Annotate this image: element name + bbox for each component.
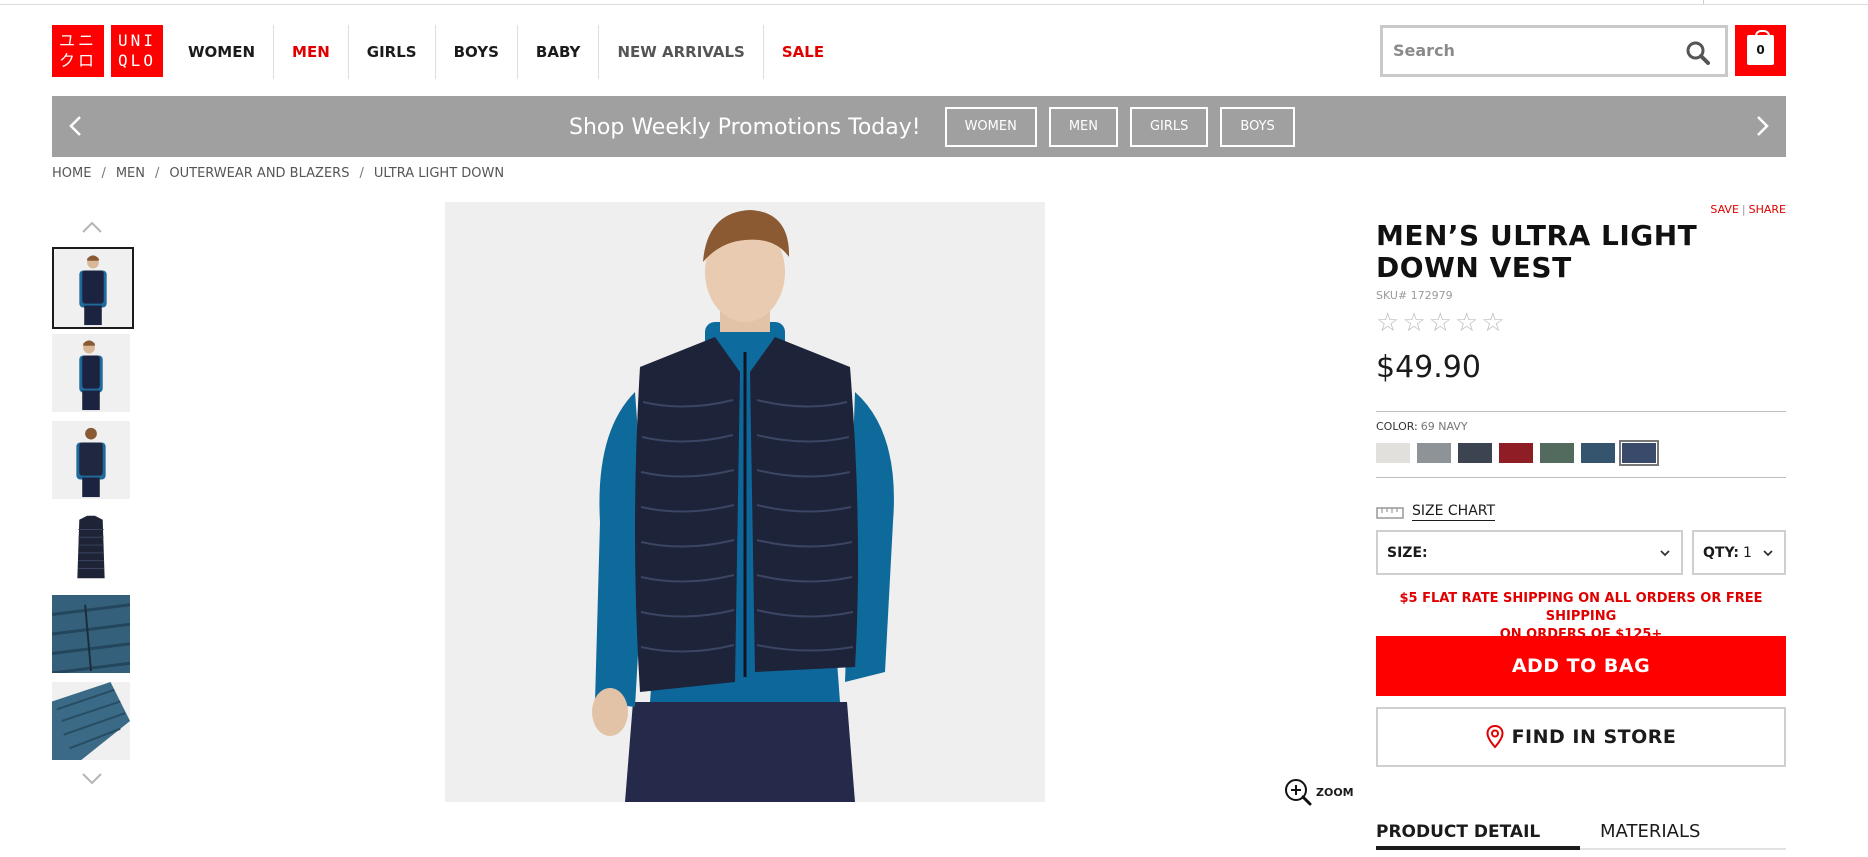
logo-line: クロ	[58, 51, 97, 70]
logo-line: QLO	[118, 51, 156, 70]
separator: |	[1741, 203, 1746, 216]
color-swatch[interactable]	[1376, 443, 1410, 463]
search-icon[interactable]	[1685, 40, 1711, 66]
promo-banner: Shop Weekly Promotions Today! WOMEN MEN …	[52, 96, 1786, 157]
nav-baby[interactable]: BABY	[518, 25, 600, 79]
shopping-bag-button[interactable]: 0	[1735, 25, 1786, 76]
nav-boys[interactable]: BOYS	[436, 25, 518, 79]
size-dropdown-label: SIZE:	[1387, 544, 1428, 561]
promo-boys-button[interactable]: BOYS	[1220, 107, 1295, 147]
ruler-icon	[1376, 507, 1404, 519]
product-tabs: PRODUCT DETAIL MATERIALS	[1376, 818, 1786, 850]
nav-men[interactable]: MEN	[274, 25, 349, 79]
star-icon[interactable]: ☆	[1455, 310, 1478, 336]
breadcrumb-separator: /	[359, 166, 364, 181]
thumbnail-detail-zipper[interactable]	[52, 595, 130, 673]
breadcrumb-separator: /	[155, 166, 160, 181]
nav-new-arrivals[interactable]: NEW ARRIVALS	[599, 25, 764, 79]
promo-title: Shop Weekly Promotions Today!	[569, 114, 921, 140]
nav-girls[interactable]: GIRLS	[349, 25, 436, 79]
size-dropdown[interactable]: SIZE:	[1376, 530, 1683, 575]
chevron-down-icon	[1763, 550, 1773, 557]
add-to-bag-button[interactable]: ADD TO BAG	[1376, 636, 1786, 696]
chevron-left-icon[interactable]	[62, 112, 90, 140]
chevron-right-icon[interactable]	[1748, 112, 1776, 140]
star-icon[interactable]: ☆	[1429, 310, 1452, 336]
breadcrumb-home[interactable]: HOME	[52, 166, 91, 181]
logo-line: UNI	[118, 31, 156, 50]
quantity-label: QTY:	[1703, 544, 1739, 561]
thumbnail-product-flat[interactable]	[52, 508, 130, 586]
promo-girls-button[interactable]: GIRLS	[1129, 107, 1209, 147]
find-in-store-button[interactable]: FIND IN STORE	[1376, 707, 1786, 767]
shipping-line-1: $5 FLAT RATE SHIPPING ON ALL ORDERS OR F…	[1399, 591, 1763, 624]
color-label-text: COLOR:	[1376, 420, 1418, 433]
star-icon[interactable]: ☆	[1481, 310, 1504, 336]
promo-women-button[interactable]: WOMEN	[944, 107, 1037, 147]
breadcrumb-outerwear[interactable]: OUTERWEAR AND BLAZERS	[169, 166, 349, 181]
breadcrumb-ultra-light-down[interactable]: ULTRA LIGHT DOWN	[374, 166, 504, 181]
color-swatch[interactable]	[1540, 443, 1574, 463]
search-input[interactable]	[1393, 28, 1683, 72]
zoom-label: ZOOM	[1316, 785, 1354, 799]
color-swatch[interactable]	[1417, 443, 1451, 463]
bag-count: 0	[1756, 43, 1765, 57]
breadcrumb: HOME / MEN / OUTERWEAR AND BLAZERS / ULT…	[52, 166, 504, 181]
thumbnail-detail-quilting[interactable]	[52, 682, 130, 760]
nav-sale[interactable]: SALE	[764, 25, 842, 79]
zoom-in-icon	[1285, 779, 1312, 806]
rating-stars[interactable]: ☆ ☆ ☆ ☆ ☆	[1376, 310, 1508, 336]
quantity-value: 1	[1742, 544, 1752, 561]
color-swatch[interactable]	[1619, 440, 1659, 466]
color-value: 69 NAVY	[1420, 420, 1468, 433]
uniqlo-logo[interactable]: UNI QLO	[111, 25, 163, 77]
color-swatches	[1376, 440, 1663, 466]
uniqlo-logo-katakana[interactable]: ユニ クロ	[52, 25, 104, 77]
tab-product-detail[interactable]: PRODUCT DETAIL	[1376, 818, 1580, 850]
tab-materials[interactable]: MATERIALS	[1600, 818, 1700, 850]
color-swatch[interactable]	[1458, 443, 1492, 463]
star-icon[interactable]: ☆	[1376, 310, 1399, 336]
divider	[1376, 477, 1786, 478]
nav-women[interactable]: WOMEN	[170, 25, 275, 79]
product-title: MEN’S ULTRA LIGHT DOWN VEST	[1376, 219, 1698, 284]
top-divider-tick	[1703, 0, 1704, 4]
main-product-image[interactable]	[445, 202, 1045, 802]
thumbnail-back-view[interactable]	[52, 421, 130, 499]
find-in-store-label: FIND IN STORE	[1511, 726, 1677, 748]
logo-line: ユニ	[58, 31, 97, 50]
promo-men-button[interactable]: MEN	[1048, 107, 1118, 147]
divider	[1376, 411, 1786, 412]
quantity-dropdown[interactable]: QTY: 1	[1692, 530, 1786, 575]
share-link[interactable]: SHARE	[1749, 203, 1786, 216]
thumbnail-down-arrow-icon[interactable]	[80, 770, 104, 788]
breadcrumb-separator: /	[101, 166, 106, 181]
product-sku: SKU# 172979	[1376, 289, 1453, 302]
star-icon[interactable]: ☆	[1402, 310, 1425, 336]
size-chart-label: SIZE CHART	[1412, 503, 1496, 521]
bag-icon: 0	[1747, 30, 1774, 65]
thumbnail-front-view[interactable]	[52, 247, 134, 329]
zoom-button[interactable]: ZOOM	[1283, 777, 1354, 807]
thumbnail-up-arrow-icon[interactable]	[80, 218, 104, 236]
save-share-links: SAVE | SHARE	[1700, 203, 1786, 216]
top-divider	[0, 4, 1868, 5]
size-chart-link[interactable]: SIZE CHART	[1376, 503, 1496, 521]
thumbnail-side-view[interactable]	[52, 334, 130, 412]
location-pin-icon	[1486, 725, 1504, 749]
product-price: $49.90	[1376, 350, 1481, 385]
save-link[interactable]: SAVE	[1710, 203, 1738, 216]
main-nav: WOMEN MEN GIRLS BOYS BABY NEW ARRIVALS S…	[170, 25, 842, 79]
color-label: COLOR: 69 NAVY	[1376, 420, 1468, 433]
color-swatch[interactable]	[1581, 443, 1615, 463]
color-swatch[interactable]	[1499, 443, 1533, 463]
chevron-down-icon	[1660, 550, 1670, 557]
breadcrumb-men[interactable]: MEN	[116, 166, 145, 181]
search-box	[1380, 25, 1728, 77]
